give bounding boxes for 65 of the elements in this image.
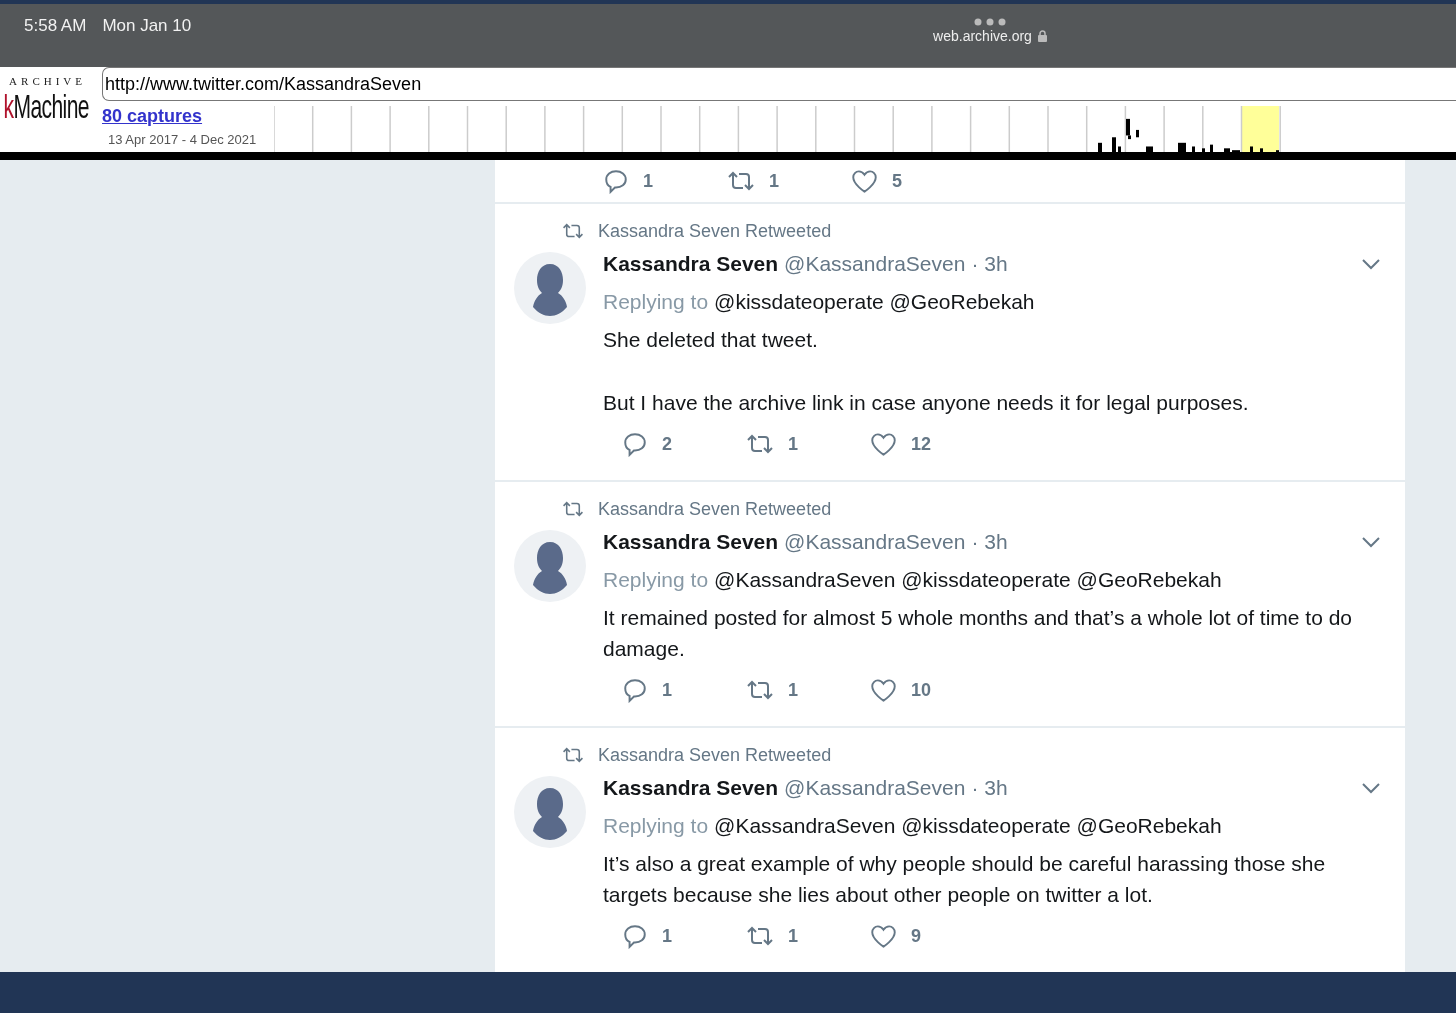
chevron-down-icon[interactable]	[1361, 536, 1381, 548]
avatar-icon[interactable]	[514, 530, 586, 602]
captures-link[interactable]: 80 captures	[102, 106, 274, 127]
url-field[interactable]: http://www.twitter.com/KassandraSeven	[102, 67, 1456, 101]
reply-count: 1	[643, 170, 653, 192]
chevron-down-icon[interactable]	[1361, 258, 1381, 270]
tweet-time[interactable]: · 3h	[971, 776, 1008, 800]
author-handle[interactable]: @KassandraSeven	[784, 252, 966, 276]
tweet-text: It remained posted for almost 5 whole months and that’s a whole lot of time to do damage.	[603, 605, 1354, 662]
author-name[interactable]: Kassandra Seven	[603, 776, 779, 800]
author-name[interactable]: Kassandra Seven	[603, 530, 779, 554]
retweet-icon	[562, 746, 584, 764]
replying-label: Replying to	[603, 568, 709, 592]
site-domain: web.archive.org	[933, 28, 1032, 44]
reply-count: 1	[662, 925, 672, 947]
author-handle[interactable]: @KassandraSeven	[784, 776, 966, 800]
reply-count: 2	[662, 433, 672, 455]
retweet-icon	[562, 222, 584, 240]
tweet-time[interactable]: · 3h	[971, 530, 1008, 554]
replying-label: Replying to	[603, 290, 709, 314]
reply-icon[interactable]	[622, 923, 648, 949]
reply-count: 1	[662, 679, 672, 701]
author-name[interactable]: Kassandra Seven	[603, 252, 779, 276]
reply-icon[interactable]	[622, 431, 648, 457]
tweet-text: But I have the archive link in case anyone needs it for legal purposes.	[603, 390, 1250, 416]
like-count: 9	[911, 925, 921, 947]
like-count: 12	[911, 433, 932, 455]
retweet-context: Kassandra Seven Retweeted	[598, 498, 832, 520]
retweet-icon[interactable]	[727, 170, 755, 192]
reply-icon[interactable]	[603, 168, 629, 194]
retweet-count: 1	[788, 925, 798, 947]
clock-time: 5:58 AM	[24, 16, 87, 37]
mention-link[interactable]: @kissdateoperate @GeoRebekah	[714, 290, 1035, 314]
heart-icon[interactable]	[851, 168, 878, 194]
retweet-icon[interactable]	[746, 925, 774, 947]
mention-link[interactable]: @KassandraSeven @kissdateoperate @GeoRebekah	[714, 568, 1222, 592]
retweet-icon[interactable]	[746, 679, 774, 701]
like-count: 10	[911, 679, 932, 701]
replying-label: Replying to	[603, 814, 709, 838]
tweet-text: It’s also a great example of why people should be careful harassing those she targets because she lies about other people on twitter a lot.	[603, 851, 1327, 908]
more-dots-icon[interactable]	[974, 18, 1006, 26]
avatar-icon[interactable]	[514, 252, 586, 324]
retweet-context: Kassandra Seven Retweeted	[598, 744, 832, 766]
author-handle[interactable]: @KassandraSeven	[784, 530, 966, 554]
avatar-icon[interactable]	[514, 776, 586, 848]
retweet-icon	[562, 500, 584, 518]
logo-wordmark[interactable]: kMachine	[4, 89, 98, 123]
heart-icon[interactable]	[870, 923, 897, 949]
heart-icon[interactable]	[870, 431, 897, 457]
retweet-context: Kassandra Seven Retweeted	[598, 220, 832, 242]
heart-icon[interactable]	[870, 677, 897, 703]
date-text: Mon Jan 10	[102, 16, 192, 37]
tweet-text: She deleted that tweet.	[603, 327, 819, 353]
lock-icon	[1037, 30, 1047, 42]
mention-link[interactable]: @KassandraSeven @kissdateoperate @GeoRebekah	[714, 814, 1222, 838]
reply-icon[interactable]	[622, 677, 648, 703]
retweet-count: 1	[788, 679, 798, 701]
like-count: 5	[892, 170, 902, 192]
retweet-icon[interactable]	[746, 433, 774, 455]
tweet-time[interactable]: · 3h	[971, 252, 1008, 276]
retweet-count: 1	[769, 170, 779, 192]
date-range: 13 Apr 2017 - 4 Dec 2021	[107, 132, 258, 147]
retweet-count: 1	[788, 433, 798, 455]
logo-caption: ARCHIVE	[9, 75, 87, 87]
chevron-down-icon[interactable]	[1361, 782, 1381, 794]
